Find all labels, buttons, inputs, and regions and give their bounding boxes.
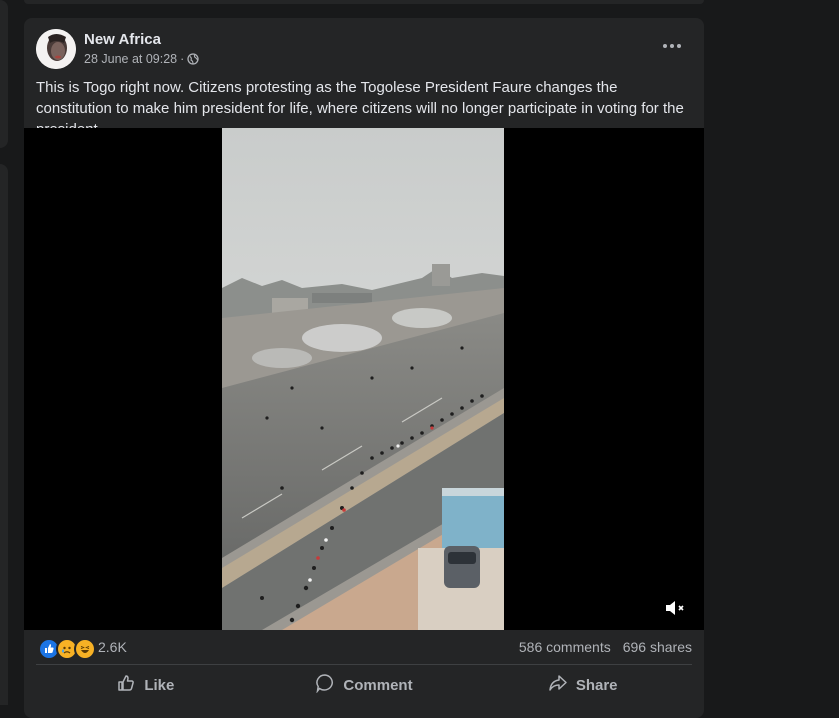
comment-bubble-icon	[315, 673, 335, 697]
haha-reaction-icon	[74, 638, 96, 660]
share-arrow-icon	[548, 673, 568, 697]
post-header: New Africa 28 June at 09:28 ·	[36, 29, 692, 71]
comment-button[interactable]: Comment	[255, 668, 474, 702]
post-timestamp[interactable]: 28 June at 09:28	[84, 52, 177, 66]
globe-icon	[187, 53, 199, 65]
previous-post-edge	[24, 0, 704, 4]
video-frame[interactable]	[222, 128, 504, 630]
post-actions: Like Comment Share	[36, 668, 692, 702]
left-sidebar-card	[0, 164, 8, 705]
feed-post: New Africa 28 June at 09:28 · This is To…	[24, 18, 704, 718]
engagement-stats: 586 comments 696 shares	[519, 639, 692, 655]
comment-label: Comment	[343, 676, 413, 694]
like-button[interactable]: Like	[36, 668, 255, 702]
reaction-icons[interactable]	[38, 638, 96, 660]
like-label: Like	[144, 676, 175, 694]
video-player[interactable]	[24, 128, 704, 630]
avatar[interactable]	[36, 29, 76, 69]
post-meta: 28 June at 09:28 ·	[84, 52, 199, 66]
shares-count[interactable]: 696 shares	[623, 639, 692, 655]
speaker-muted-icon[interactable]	[664, 598, 688, 618]
more-options-icon[interactable]	[660, 37, 684, 55]
left-sidebar-card	[0, 0, 8, 148]
divider	[36, 664, 692, 665]
comments-count[interactable]: 586 comments	[519, 639, 611, 655]
reaction-count[interactable]: 2.6K	[98, 639, 127, 655]
thumbs-up-icon	[116, 673, 136, 697]
share-button[interactable]: Share	[473, 668, 692, 702]
share-label: Share	[575, 676, 618, 694]
reactions-summary: 2.6K 586 comments 696 shares	[36, 638, 692, 660]
meta-separator: ·	[180, 52, 185, 66]
author-name[interactable]: New Africa	[84, 31, 161, 48]
